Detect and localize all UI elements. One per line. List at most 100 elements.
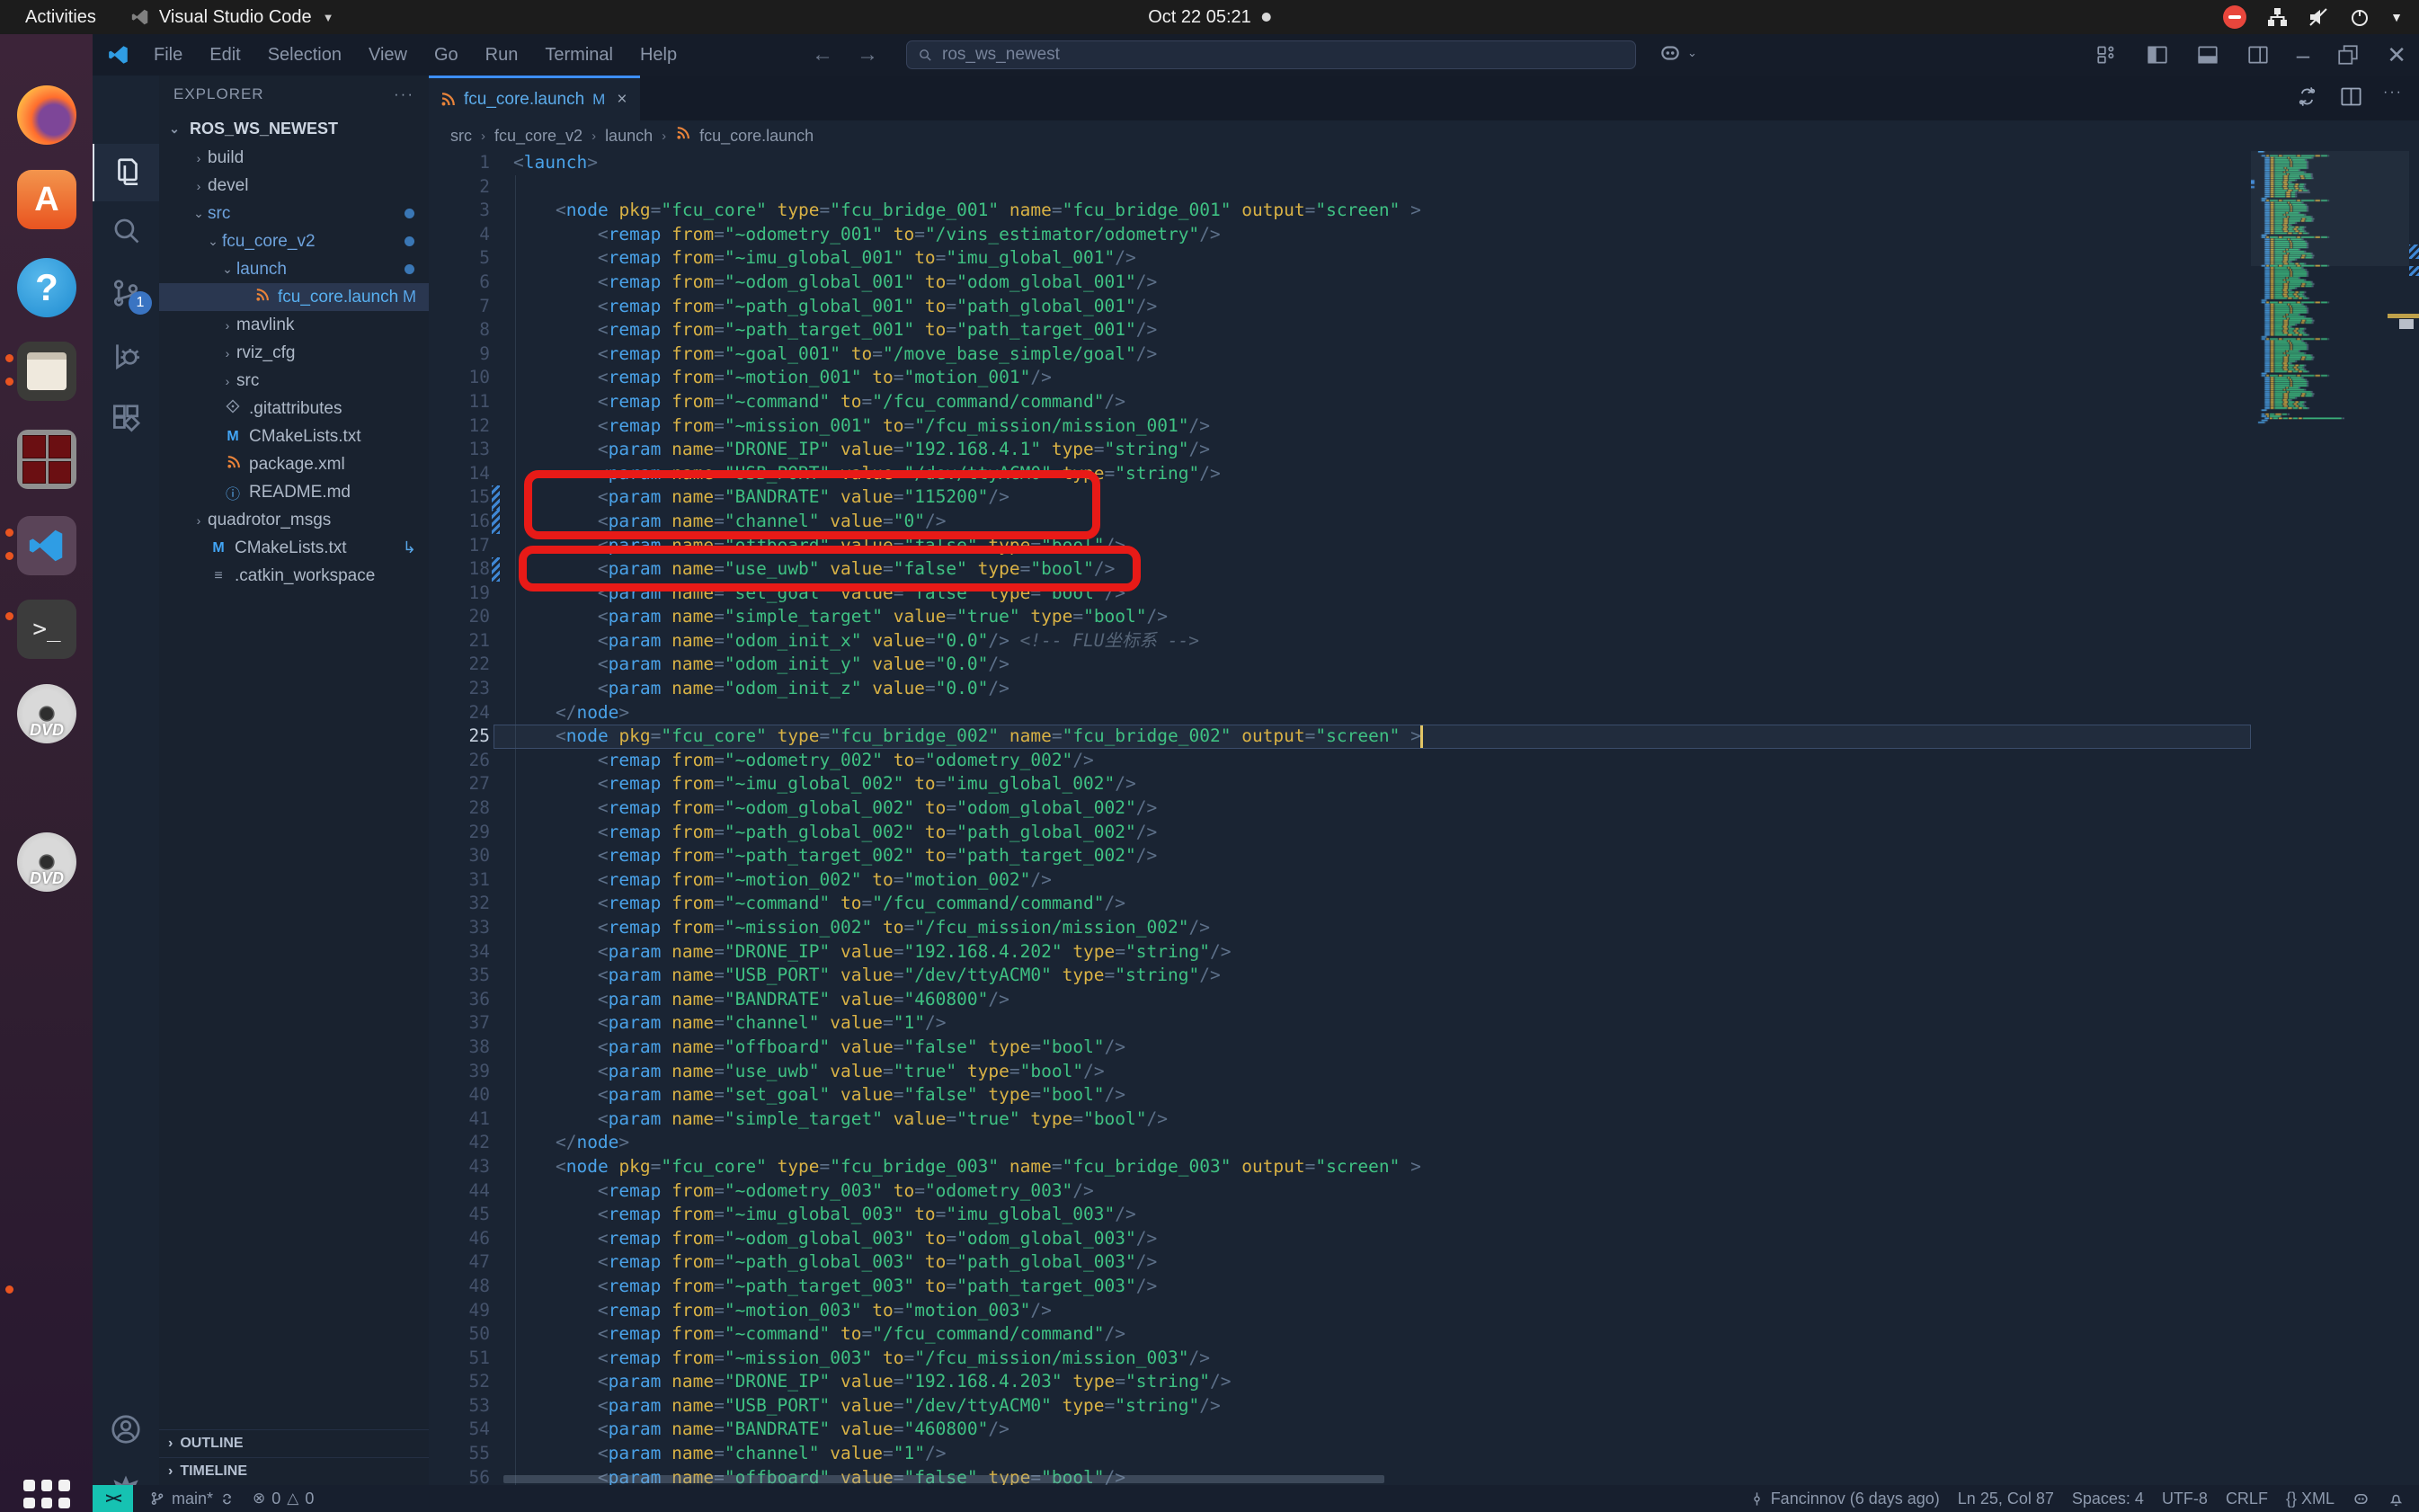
- code-line[interactable]: </node>: [513, 1131, 1421, 1155]
- workspace-root-folder[interactable]: ⌄ ROS_WS_NEWEST: [159, 113, 429, 144]
- code-line[interactable]: <remap from="~motion_002" to="motion_002…: [513, 868, 1421, 893]
- menu-run[interactable]: Run: [475, 41, 529, 69]
- code-line[interactable]: <remap from="~odom_global_003" to="odom_…: [513, 1227, 1421, 1251]
- system-tray[interactable]: ▼: [2223, 0, 2403, 34]
- code-line[interactable]: <param name="channel" value="1"/>: [513, 1442, 1421, 1466]
- code-line[interactable]: [513, 175, 1421, 200]
- code-editor[interactable]: 1234567891011121314151617181920212223242…: [429, 151, 2419, 1485]
- menu-terminal[interactable]: Terminal: [534, 41, 624, 69]
- code-line[interactable]: <remap from="~command" to="/fcu_command/…: [513, 1322, 1421, 1347]
- extensions-view-icon[interactable]: [93, 390, 159, 448]
- code-line[interactable]: </node>: [513, 701, 1421, 725]
- nav-back-icon[interactable]: ←: [812, 42, 833, 67]
- dock-item-vscode[interactable]: [17, 516, 76, 575]
- clock[interactable]: Oct 22 05:21: [1148, 7, 1271, 28]
- code-line[interactable]: <remap from="~odometry_001" to="/vins_es…: [513, 223, 1421, 247]
- code-line[interactable]: <remap from="~imu_global_003" to="imu_gl…: [513, 1203, 1421, 1227]
- dock-item-ubuntu-software[interactable]: A: [17, 170, 76, 229]
- code-line[interactable]: <param name="DRONE_IP" value="192.168.4.…: [513, 940, 1421, 965]
- copilot-status[interactable]: [2343, 1490, 2379, 1508]
- menu-selection[interactable]: Selection: [257, 41, 352, 69]
- git-blame-status[interactable]: Fancinnov (6 days ago): [1740, 1490, 1949, 1508]
- toggle-secondary-sidebar-icon[interactable]: [2246, 43, 2270, 67]
- code-line[interactable]: <param name="BANDRATE" value="460800"/>: [513, 988, 1421, 1012]
- tree-item-quadrotor_msgs[interactable]: ›quadrotor_msgs: [159, 506, 429, 534]
- code-line[interactable]: <param name="odom_init_x" value="0.0"/> …: [513, 629, 1421, 654]
- code-line[interactable]: <remap from="~imu_global_002" to="imu_gl…: [513, 772, 1421, 796]
- tree-item-.gitattributes[interactable]: .gitattributes: [159, 395, 429, 422]
- code-line[interactable]: <remap from="~mission_003" to="/fcu_miss…: [513, 1347, 1421, 1371]
- code-line[interactable]: <remap from="~odom_global_002" to="odom_…: [513, 796, 1421, 821]
- code-line[interactable]: <remap from="~command" to="/fcu_command/…: [513, 390, 1421, 414]
- remote-indicator[interactable]: ><: [93, 1485, 133, 1512]
- dock-item-remote-viewer[interactable]: [17, 430, 76, 489]
- code-line[interactable]: <remap from="~mission_001" to="/fcu_miss…: [513, 414, 1421, 439]
- tree-item-readme.md[interactable]: ⓘREADME.md: [159, 478, 429, 506]
- code-line[interactable]: <param name="channel" value="0"/>: [513, 510, 1421, 534]
- dock-item-dvd-2[interactable]: [17, 832, 76, 892]
- code-line[interactable]: <param name="offboard" value="false" typ…: [513, 1036, 1421, 1060]
- code-line[interactable]: <remap from="~goal_001" to="/move_base_s…: [513, 342, 1421, 367]
- source-control-view-icon[interactable]: 1: [93, 264, 159, 322]
- eol-status[interactable]: CRLF: [2217, 1490, 2277, 1508]
- code-line[interactable]: <param name="set_goal" value="false" typ…: [513, 582, 1421, 606]
- tree-item-.catkin_workspace[interactable]: ≡.catkin_workspace: [159, 562, 429, 590]
- tree-item-fcu_core.launch[interactable]: fcu_core.launchM: [159, 283, 429, 311]
- code-line[interactable]: <param name="odom_init_z" value="0.0"/>: [513, 677, 1421, 701]
- activities-button[interactable]: Activities: [0, 7, 121, 28]
- code-line[interactable]: <param name="BANDRATE" value="115200"/>: [513, 485, 1421, 510]
- tree-item-build[interactable]: ›build: [159, 144, 429, 172]
- customize-layout-icon[interactable]: [2095, 43, 2119, 67]
- dock-item-firefox[interactable]: [17, 85, 76, 145]
- breadcrumb-item[interactable]: fcu_core.launch: [699, 127, 814, 146]
- code-line[interactable]: <param name="simple_target" value="true"…: [513, 1107, 1421, 1132]
- code-line[interactable]: <param name="USB_PORT" value="/dev/ttyAC…: [513, 462, 1421, 486]
- toggle-panel-icon[interactable]: [2196, 43, 2219, 67]
- code-line[interactable]: <remap from="~path_target_001" to="path_…: [513, 318, 1421, 342]
- code-line[interactable]: <param name="USB_PORT" value="/dev/ttyAC…: [513, 964, 1421, 988]
- account-icon[interactable]: [93, 1401, 159, 1458]
- problems-status[interactable]: ⊗ 0 △ 0: [244, 1490, 323, 1508]
- tab-close-icon[interactable]: ×: [617, 90, 627, 110]
- code-line[interactable]: <param name="simple_target" value="true"…: [513, 605, 1421, 629]
- code-line[interactable]: <remap from="~mission_002" to="/fcu_miss…: [513, 916, 1421, 940]
- explorer-more-actions[interactable]: ···: [394, 85, 414, 103]
- tab-fcu-core-launch[interactable]: fcu_core.launch M ×: [429, 76, 640, 120]
- horizontal-scrollbar[interactable]: [503, 1475, 1384, 1483]
- code-line[interactable]: <remap from="~motion_001" to="motion_001…: [513, 366, 1421, 390]
- tree-item-launch[interactable]: ⌄launch: [159, 255, 429, 283]
- encoding-status[interactable]: UTF-8: [2153, 1490, 2217, 1508]
- split-editor-icon[interactable]: [2339, 84, 2363, 109]
- code-line[interactable]: <node pkg="fcu_core" type="fcu_bridge_00…: [513, 725, 1421, 749]
- code-line[interactable]: <remap from="~path_target_002" to="path_…: [513, 844, 1421, 868]
- code-line[interactable]: <param name="use_uwb" value="true" type=…: [513, 1060, 1421, 1084]
- code-line[interactable]: <remap from="~command" to="/fcu_command/…: [513, 892, 1421, 916]
- code-line[interactable]: <param name="BANDRATE" value="460800"/>: [513, 1418, 1421, 1442]
- dock-item-help[interactable]: ?: [17, 258, 76, 317]
- code-line[interactable]: <remap from="~path_target_003" to="path_…: [513, 1275, 1421, 1299]
- editor-more-actions-icon[interactable]: ···: [2383, 84, 2403, 109]
- code-line[interactable]: <remap from="~odom_global_001" to="odom_…: [513, 271, 1421, 295]
- code-line[interactable]: <remap from="~odometry_003" to="odometry…: [513, 1179, 1421, 1204]
- explorer-view-icon[interactable]: [93, 144, 161, 201]
- minimap[interactable]: [2251, 151, 2409, 1485]
- code-line[interactable]: <param name="DRONE_IP" value="192.168.4.…: [513, 438, 1421, 462]
- tree-item-cmakelists.txt[interactable]: MCMakeLists.txt↳: [159, 534, 429, 562]
- app-menu[interactable]: Visual Studio Code ▼: [121, 7, 343, 28]
- minimize-button[interactable]: –: [2297, 41, 2309, 69]
- tree-item-fcu_core_v2[interactable]: ⌄fcu_core_v2: [159, 227, 429, 255]
- code-line[interactable]: <param name="DRONE_IP" value="192.168.4.…: [513, 1370, 1421, 1394]
- menu-go[interactable]: Go: [423, 41, 469, 69]
- tree-item-devel[interactable]: ›devel: [159, 172, 429, 200]
- run-debug-view-icon[interactable]: [93, 327, 159, 385]
- code-line[interactable]: <param name="odom_init_y" value="0.0"/>: [513, 653, 1421, 677]
- tree-item-cmakelists.txt[interactable]: MCMakeLists.txt: [159, 422, 429, 450]
- breadcrumb[interactable]: src›fcu_core_v2›launch›fcu_core.launch: [429, 120, 2419, 151]
- code-line[interactable]: <remap from="~path_global_003" to="path_…: [513, 1250, 1421, 1275]
- breadcrumb-item[interactable]: src: [450, 127, 472, 146]
- nav-forward-icon[interactable]: →: [857, 42, 878, 67]
- code-line[interactable]: <param name="USB_PORT" value="/dev/ttyAC…: [513, 1394, 1421, 1419]
- dock-item-files[interactable]: [17, 342, 76, 401]
- breadcrumb-item[interactable]: fcu_core_v2: [494, 127, 583, 146]
- code-line[interactable]: <remap from="~motion_003" to="motion_003…: [513, 1299, 1421, 1323]
